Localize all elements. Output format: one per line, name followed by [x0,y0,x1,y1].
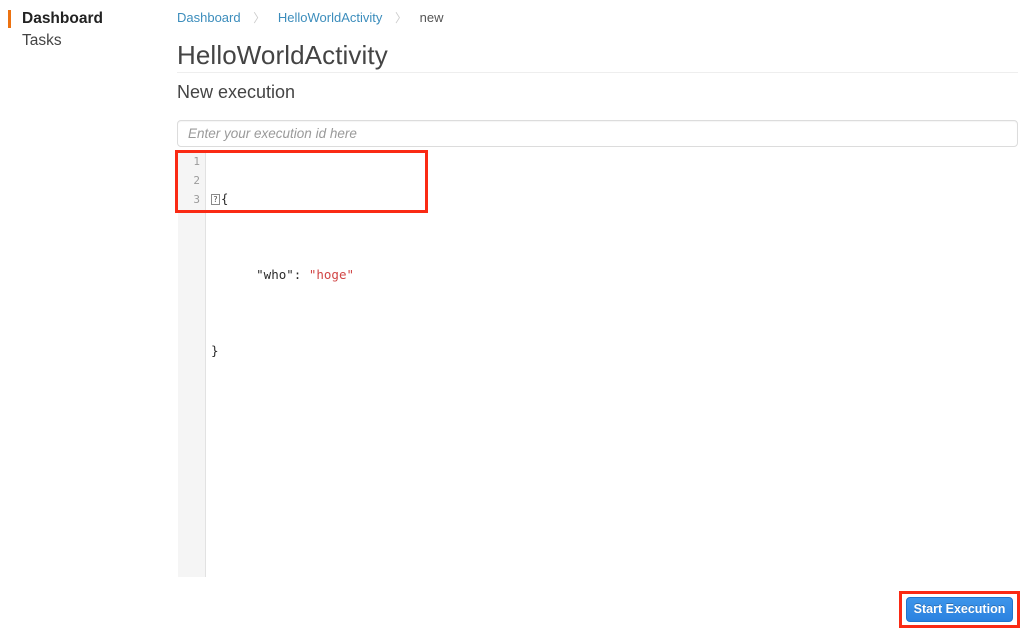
line-number: 3 [193,193,200,206]
breadcrumb-item-dashboard[interactable]: Dashboard [177,10,241,25]
code-line: "who": "hoge" [206,265,1018,284]
execution-id-input[interactable] [177,120,1018,147]
code-token-key: "who" [256,267,294,282]
code-token-brace-close: } [211,343,219,358]
start-execution-button[interactable]: Start Execution [906,597,1013,622]
unknown-glyph-marker-icon: ? [211,194,220,205]
title-divider [177,72,1018,73]
breadcrumb-separator-icon: 〉 [395,11,408,25]
breadcrumb-item-current: new [419,10,444,25]
breadcrumb-item-helloworldactivity[interactable]: HelloWorldActivity [278,10,383,25]
breadcrumb-separator-icon: 〉 [253,11,266,25]
breadcrumb: Dashboard 〉 HelloWorldActivity 〉 new [177,10,444,26]
code-token-string-value: "hoge" [308,267,355,282]
sidebar-item-label: Dashboard [22,10,103,27]
line-number: 2 [193,174,200,187]
main-content: Dashboard 〉 HelloWorldActivity 〉 new Hel… [177,0,1024,629]
code-token-brace-open: { [220,191,229,206]
json-input-editor[interactable]: 1 2 3 ?{ "who": "hoge" } [178,151,1018,577]
active-accent-bar [8,10,11,28]
code-token-colon: : [293,267,309,282]
editor-code-area[interactable]: ?{ "who": "hoge" } [206,151,1018,577]
sidebar-item-label: Tasks [22,32,62,49]
sidebar-item-tasks[interactable]: Tasks [0,31,62,51]
sidebar: Dashboard Tasks [0,0,177,629]
sidebar-item-dashboard[interactable]: Dashboard [0,9,103,29]
section-subtitle: New execution [177,82,296,102]
code-line: ?{ [206,189,1018,208]
page-title: HelloWorldActivity [177,40,388,70]
line-number: 1 [193,155,200,168]
code-line: } [206,341,1018,360]
editor-gutter: 1 2 3 [178,151,206,577]
